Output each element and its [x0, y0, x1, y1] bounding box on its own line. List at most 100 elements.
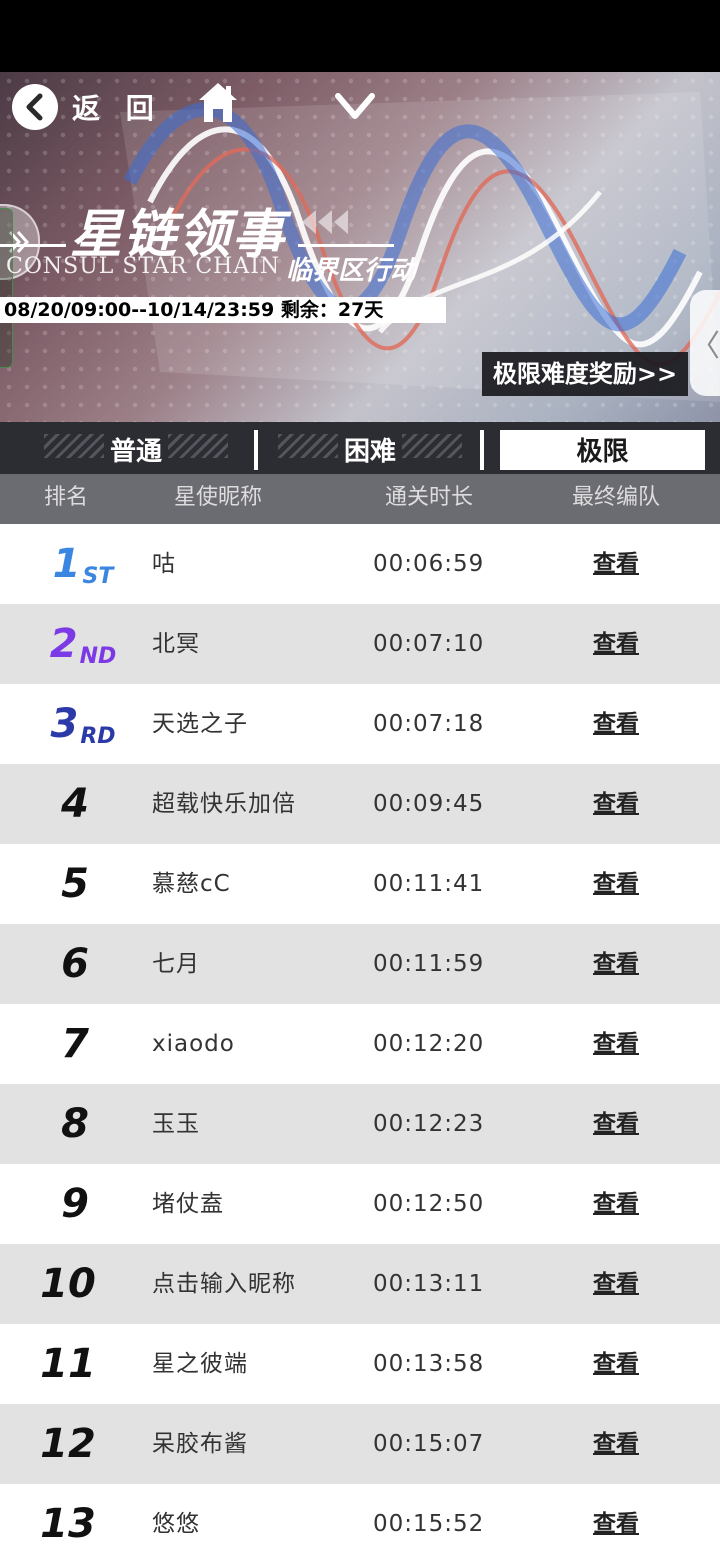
back-button[interactable]: 返 回 [12, 84, 162, 130]
rank-value: 2 [49, 621, 78, 667]
table-row: 12 呆胶布酱 00:15:07 查看 [0, 1404, 720, 1484]
rank-suffix: ST [82, 564, 114, 589]
rank-number: 11 [0, 1324, 136, 1404]
table-row: 10 点击输入昵称 00:13:11 查看 [0, 1244, 720, 1324]
rank-value: 3 [50, 701, 79, 747]
nickname: 咕 [152, 551, 176, 577]
view-team-link[interactable]: 查看 [593, 764, 639, 844]
view-team-link[interactable]: 查看 [593, 1004, 639, 1084]
clear-time: 00:13:58 [373, 1351, 485, 1377]
nickname: 北冥 [152, 631, 200, 657]
ranking-list: 1ST 咕 00:06:59 查看 2ND 北冥 00:07:10 查看 3RD 天选之子 00:0… [0, 524, 720, 1564]
tab-hatch [402, 434, 462, 458]
column-header-time: 通关时长 [384, 485, 474, 510]
tab-hatch [44, 434, 104, 458]
rank-number: 13 [0, 1484, 136, 1564]
view-team-link[interactable]: 查看 [593, 1084, 639, 1164]
rank-number: 6 [0, 924, 150, 1004]
rank-number: 8 [0, 1084, 150, 1164]
nickname: 堵仗盍 [152, 1191, 224, 1217]
rank-number: 5 [0, 844, 150, 924]
event-subtitle-cn: 临界区行动 [286, 256, 417, 286]
view-team-link[interactable]: 查看 [593, 684, 639, 764]
rank-number: 4 [0, 764, 150, 844]
tab-divider [254, 430, 258, 470]
tab-label: 普通 [109, 437, 162, 467]
table-row: 8 玉玉 00:12:23 查看 [0, 1084, 720, 1164]
status-bar [0, 0, 720, 72]
rank-value: 8 [61, 1101, 89, 1147]
column-header-team: 最终编队 [571, 485, 661, 510]
side-panel-handle[interactable]: 〈 [690, 290, 720, 396]
home-icon[interactable] [196, 80, 240, 126]
arrows-left-icon [302, 210, 348, 234]
table-row: 2ND 北冥 00:07:10 查看 [0, 604, 720, 684]
event-date-range: 08/20/09:00--10/14/23:59 剩余：27天 [0, 297, 446, 323]
table-row: 3RD 天选之子 00:07:18 查看 [0, 684, 720, 764]
table-row: 13 悠悠 00:15:52 查看 [0, 1484, 720, 1564]
rank-number: 10 [0, 1244, 136, 1324]
back-label: 返 回 [72, 92, 162, 125]
rank-suffix: ND [79, 644, 117, 669]
view-team-link[interactable]: 查看 [593, 1324, 639, 1404]
view-team-link[interactable]: 查看 [593, 604, 639, 684]
view-team-link[interactable]: 查看 [593, 1484, 639, 1564]
column-header-nickname: 星使昵称 [173, 485, 263, 510]
view-team-link[interactable]: 查看 [593, 524, 639, 604]
clear-time: 00:09:45 [373, 791, 485, 817]
table-row: 4 超载快乐加倍 00:09:45 查看 [0, 764, 720, 844]
clear-time: 00:12:20 [373, 1031, 485, 1057]
clear-time: 00:15:52 [373, 1511, 485, 1537]
rank-number: 7 [0, 1004, 150, 1084]
rank-value: 11 [40, 1341, 96, 1387]
table-row: 7 xiaodo 00:12:20 查看 [0, 1004, 720, 1084]
nickname: 天选之子 [152, 711, 248, 737]
view-team-link[interactable]: 查看 [593, 1404, 639, 1484]
tab-hatch [278, 434, 338, 458]
rank-value: 1 [52, 541, 81, 587]
clear-time: 00:15:07 [373, 1431, 485, 1457]
rank-number: 3RD [0, 684, 158, 764]
nickname: 呆胶布酱 [152, 1431, 248, 1457]
table-header: 排名 星使昵称 通关时长 最终编队 [0, 474, 720, 524]
clear-time: 00:11:59 [373, 951, 485, 977]
rank-value: 7 [61, 1021, 89, 1067]
clear-time: 00:07:10 [373, 631, 485, 657]
rank-number: 9 [0, 1164, 150, 1244]
rank-value: 5 [61, 861, 89, 907]
view-team-link[interactable]: 查看 [593, 1244, 639, 1324]
clear-time: 00:07:18 [373, 711, 485, 737]
tab-label: 极限 [576, 437, 629, 467]
table-row: 9 堵仗盍 00:12:50 查看 [0, 1164, 720, 1244]
clear-time: 00:06:59 [373, 551, 485, 577]
table-row: 6 七月 00:11:59 查看 [0, 924, 720, 1004]
rank-value: 10 [40, 1261, 96, 1307]
view-team-link[interactable]: 查看 [593, 1164, 639, 1244]
chevron-left-icon: 〈 [690, 329, 720, 364]
view-team-link[interactable]: 查看 [593, 844, 639, 924]
rank-value: 12 [40, 1421, 96, 1467]
tab-divider [480, 430, 484, 470]
clear-time: 00:12:23 [373, 1111, 485, 1137]
tab-normal[interactable]: 普通 [44, 430, 228, 470]
column-header-rank: 排名 [43, 485, 89, 510]
clear-time: 00:12:50 [373, 1191, 485, 1217]
title-underline-left [0, 244, 66, 247]
rank-number: 1ST [0, 524, 158, 604]
nickname: 点击输入昵称 [152, 1271, 296, 1297]
reward-button[interactable]: 极限难度奖励>> [482, 352, 688, 396]
difficulty-tabs: 普通 困难 极限 [0, 422, 720, 474]
tab-extreme[interactable]: 极限 [500, 430, 705, 470]
tab-hard[interactable]: 困难 [278, 430, 462, 470]
rank-value: 9 [61, 1181, 89, 1227]
view-team-link[interactable]: 查看 [593, 924, 639, 1004]
nickname: 悠悠 [152, 1511, 200, 1537]
nickname: 慕慈cC [152, 871, 231, 897]
table-row: 11 星之彼端 00:13:58 查看 [0, 1324, 720, 1404]
rank-number: 12 [0, 1404, 136, 1484]
clear-time: 00:11:41 [373, 871, 485, 897]
chevron-down-icon[interactable] [334, 90, 376, 124]
table-row: 5 慕慈cC 00:11:41 查看 [0, 844, 720, 924]
rank-suffix: RD [80, 724, 116, 749]
rank-value: 4 [61, 781, 89, 827]
